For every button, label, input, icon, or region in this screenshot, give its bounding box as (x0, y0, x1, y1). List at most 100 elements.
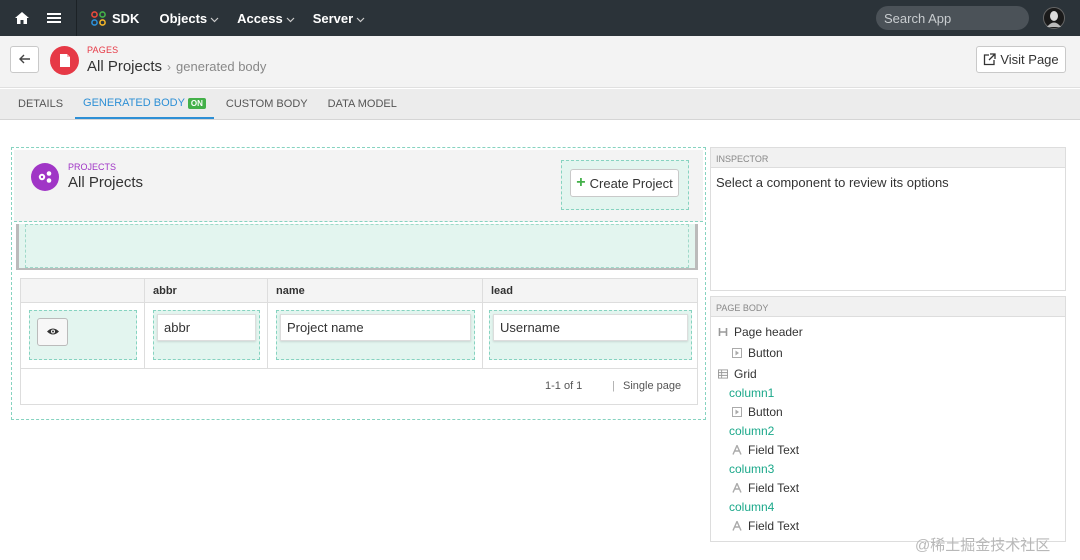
grid-header: abbr name lead (21, 279, 697, 303)
chevron-down-icon (286, 11, 295, 26)
field-text-name[interactable]: Project name (280, 314, 471, 341)
grid-cell-lead: Username (482, 303, 697, 369)
column-header-abbr[interactable]: abbr (144, 279, 267, 303)
view-button[interactable] (37, 318, 68, 346)
tree-node-field-text[interactable]: Field Text (732, 443, 799, 457)
menu-access-label: Access (237, 10, 283, 26)
chevron-down-icon (210, 11, 219, 26)
column-header-name[interactable]: name (267, 279, 482, 303)
grid-cell-actions (21, 303, 144, 369)
avatar[interactable] (1043, 7, 1065, 29)
cell-drop-zone[interactable]: Project name (276, 310, 475, 360)
tree-node-label: Field Text (748, 519, 800, 533)
eye-icon (46, 325, 60, 339)
column-header-lead[interactable]: lead (482, 279, 697, 303)
tree-node-field-text[interactable]: Field Text (732, 519, 799, 533)
tab-label: CUSTOM BODY (225, 98, 308, 110)
nav-divider (76, 0, 77, 36)
tree-node-column1[interactable]: column1 (729, 386, 774, 400)
tree-node-label: Field Text (748, 481, 800, 495)
component-drop-zone[interactable] (16, 224, 698, 270)
chevron-down-icon (356, 11, 365, 26)
page-canvas[interactable]: PROJECTS All Projects + Create Project a… (11, 147, 706, 420)
brand-link[interactable]: SDK (91, 11, 139, 26)
home-icon[interactable] (6, 0, 38, 36)
grid-icon (718, 369, 728, 379)
tree-node-label: Button (748, 346, 783, 360)
tree-node-button[interactable]: Button (732, 405, 783, 419)
page-file-icon (50, 46, 79, 75)
text-icon (732, 521, 742, 531)
field-text-abbr[interactable]: abbr (157, 314, 256, 341)
tab-label: DATA MODEL (327, 98, 397, 110)
sdk-icon (91, 10, 106, 26)
canvas-title: All Projects (68, 174, 144, 191)
menu-icon[interactable] (38, 0, 70, 36)
tab-details[interactable]: DETAILS (10, 89, 71, 119)
visit-page-button[interactable]: Visit Page (976, 46, 1066, 73)
tree-node-label: Grid (734, 367, 757, 381)
canvas-section-label: PROJECTS (68, 162, 117, 172)
inspector-heading: INSPECTOR (711, 148, 1065, 168)
grid-header-empty (21, 279, 144, 303)
pager-divider: | (612, 380, 615, 392)
button-drop-zone[interactable]: + Create Project (561, 160, 689, 210)
plus-icon: + (576, 174, 586, 191)
chevron-right-icon: › (167, 59, 172, 74)
menu-objects[interactable]: Objects (159, 11, 219, 26)
tree-node-column4[interactable]: column4 (729, 500, 774, 514)
text-icon (732, 445, 742, 455)
menu-server[interactable]: Server (313, 11, 365, 26)
page-body-heading: PAGE BODY (711, 297, 1065, 317)
create-project-label: Create Project (589, 175, 673, 191)
tree-node-label: Button (748, 405, 783, 419)
visit-page-label: Visit Page (1000, 52, 1059, 67)
text-icon (732, 483, 742, 493)
tree-node-button[interactable]: Button (732, 346, 783, 360)
create-project-button[interactable]: + Create Project (570, 169, 679, 197)
menu-server-label: Server (312, 10, 354, 26)
inspector-panel: INSPECTOR Select a component to review i… (710, 147, 1066, 291)
header-icon (718, 327, 728, 337)
tab-custom-body[interactable]: CUSTOM BODY (218, 89, 316, 119)
page-header-bar: PAGES All Projects › generated body Visi… (0, 36, 1080, 88)
external-link-icon (983, 53, 1000, 66)
tree-node-column2[interactable]: column2 (729, 424, 774, 438)
inspector-message: Select a component to review its options (716, 175, 949, 190)
search-input[interactable] (876, 6, 1029, 30)
tab-generated-body[interactable]: GENERATED BODY ON (75, 89, 214, 119)
menu-access[interactable]: Access (237, 11, 295, 26)
tree-node-page-header[interactable]: Page header (718, 325, 803, 339)
brand-label: SDK (112, 10, 140, 26)
tab-label: DETAILS (18, 98, 64, 110)
tab-label: GENERATED BODY (83, 97, 185, 109)
page-title[interactable]: All Projects (87, 58, 162, 75)
canvas-page-header[interactable]: PROJECTS All Projects + Create Project (14, 150, 703, 222)
page-body-panel: PAGE BODY Page header Button Grid column… (710, 296, 1066, 542)
tree-node-label: Field Text (748, 443, 800, 457)
arrow-left-icon (18, 53, 31, 67)
menu-objects-label: Objects (159, 10, 208, 26)
pager-count: 1-1 of 1 (545, 380, 583, 392)
breadcrumb-section[interactable]: PAGES (87, 45, 118, 55)
top-navbar: SDK Objects Access Server (0, 0, 1080, 36)
cell-drop-zone[interactable]: Username (489, 310, 692, 360)
tree-node-grid[interactable]: Grid (718, 367, 757, 381)
tab-data-model[interactable]: DATA MODEL (320, 89, 405, 119)
grid-footer: 1-1 of 1 | Single page (21, 375, 697, 399)
field-text-lead[interactable]: Username (493, 314, 688, 341)
table-row: abbr Project name Username (21, 303, 697, 369)
tree-node-column3[interactable]: column3 (729, 462, 774, 476)
tab-bar: DETAILS GENERATED BODY ON CUSTOM BODY DA… (0, 89, 1080, 120)
cell-drop-zone[interactable] (29, 310, 137, 360)
back-button[interactable] (10, 46, 39, 73)
watermark: @稀土掘金技术社区 (915, 537, 1051, 554)
pager-mode[interactable]: Single page (623, 380, 681, 392)
nav-menu: Objects Access Server (159, 11, 383, 26)
breadcrumb: All Projects › generated body (87, 58, 266, 75)
projects-icon (31, 163, 59, 191)
tree-node-field-text[interactable]: Field Text (732, 481, 799, 495)
cell-drop-zone[interactable]: abbr (153, 310, 260, 360)
button-icon (732, 407, 742, 417)
projects-grid[interactable]: abbr name lead abbr Project name Usernam… (20, 278, 698, 405)
